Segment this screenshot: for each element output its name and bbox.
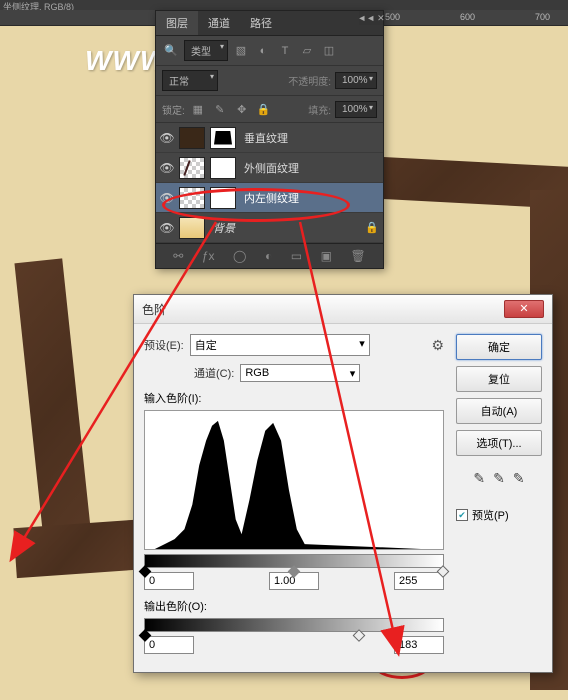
fx-icon[interactable]: ƒx: [202, 249, 215, 263]
eyedropper-black-icon[interactable]: ✎: [473, 470, 485, 487]
trash-icon[interactable]: 🗑: [350, 249, 365, 263]
lock-label: 锁定:: [162, 102, 185, 117]
layer-row[interactable]: 👁 外侧面纹理: [156, 153, 383, 183]
channel-select[interactable]: RGB: [240, 364, 360, 382]
layer-mask-thumb[interactable]: [210, 157, 236, 179]
dialog-title: 色阶: [142, 301, 166, 318]
gear-icon[interactable]: ⚙: [431, 337, 444, 354]
output-white-field[interactable]: [394, 636, 444, 654]
link-layers-icon[interactable]: ⚯: [173, 249, 183, 263]
panel-footer: ⚯ ƒx ◯ ◐ ▭ ▣ 🗑: [156, 243, 383, 268]
filter-text-icon[interactable]: T: [276, 42, 294, 60]
mask-icon[interactable]: ◯: [233, 249, 246, 263]
layer-row[interactable]: 👁 背景 🔒: [156, 213, 383, 243]
layer-name: 外侧面纹理: [241, 160, 299, 176]
visibility-icon[interactable]: 👁: [160, 221, 174, 235]
close-button[interactable]: ✕: [504, 300, 544, 318]
visibility-icon[interactable]: 👁: [160, 161, 174, 175]
opacity-value[interactable]: 100%: [335, 72, 377, 89]
eyedropper-gray-icon[interactable]: ✎: [493, 470, 505, 487]
cancel-button[interactable]: 复位: [456, 366, 542, 392]
preset-select[interactable]: 自定: [190, 334, 370, 356]
visibility-icon[interactable]: 👁: [160, 131, 174, 145]
input-white-field[interactable]: [394, 572, 444, 590]
tab-channels[interactable]: 通道: [198, 11, 240, 35]
layer-row[interactable]: 👁 垂直纹理: [156, 123, 383, 153]
panel-collapse[interactable]: ◄◄✕: [359, 11, 383, 25]
layer-name: 内左侧纹理: [241, 190, 299, 206]
preview-checkbox[interactable]: ✔: [456, 509, 468, 521]
preview-label: 预览(P): [472, 507, 509, 523]
new-layer-icon[interactable]: ▣: [321, 249, 332, 263]
ok-button[interactable]: 确定: [456, 334, 542, 360]
filter-type-dd[interactable]: 类型: [184, 40, 228, 61]
ruler-mark: 500: [385, 12, 400, 22]
output-levels-label: 输出色阶(O):: [144, 601, 207, 613]
output-black-field[interactable]: [144, 636, 194, 654]
layer-thumb[interactable]: [179, 127, 205, 149]
lock-icon: 🔒: [365, 221, 379, 234]
lock-all-icon[interactable]: 🔒: [255, 100, 273, 118]
layer-thumb[interactable]: [179, 217, 205, 239]
search-icon[interactable]: 🔍: [162, 42, 180, 60]
lock-trans-icon[interactable]: ▦: [189, 100, 207, 118]
adjustment-icon[interactable]: ◐: [265, 249, 272, 263]
output-slider[interactable]: [144, 618, 444, 632]
tab-layers[interactable]: 图层: [156, 11, 198, 35]
eyedropper-white-icon[interactable]: ✎: [513, 470, 525, 487]
layer-mask-thumb[interactable]: [210, 127, 236, 149]
input-slider[interactable]: [144, 554, 444, 568]
channel-label: 通道(C):: [194, 365, 234, 381]
blend-mode-dd[interactable]: 正常: [162, 70, 218, 91]
filter-shape-icon[interactable]: ▱: [298, 42, 316, 60]
layer-name: 垂直纹理: [241, 130, 288, 146]
lock-paint-icon[interactable]: ✎: [211, 100, 229, 118]
filter-adj-icon[interactable]: ◐: [254, 42, 272, 60]
auto-button[interactable]: 自动(A): [456, 398, 542, 424]
title-text: 坐侧纹理, RGB/8): [3, 0, 74, 10]
filter-smart-icon[interactable]: ◫: [320, 42, 338, 60]
layer-row-selected[interactable]: 👁 内左侧纹理: [156, 183, 383, 213]
tab-paths[interactable]: 路径: [240, 11, 282, 35]
layer-name: 背景: [210, 220, 235, 236]
ruler-mark: 700: [535, 12, 550, 22]
group-icon[interactable]: ▭: [291, 249, 302, 263]
histogram[interactable]: [144, 410, 444, 550]
lock-move-icon[interactable]: ✥: [233, 100, 251, 118]
layers-panel: ◄◄✕ 图层 通道 路径 🔍 类型 ▧ ◐ T ▱ ◫ 正常 不透明度: 100…: [155, 10, 384, 269]
options-button[interactable]: 选项(T)...: [456, 430, 542, 456]
input-black-field[interactable]: [144, 572, 194, 590]
preset-label: 预设(E):: [144, 337, 184, 353]
visibility-icon[interactable]: 👁: [160, 191, 174, 205]
layer-thumb[interactable]: [179, 187, 205, 209]
levels-dialog: 色阶 ✕ 预设(E): 自定 ⚙ 通道(C): RGB 输入色阶(I):: [133, 294, 553, 673]
layer-mask-thumb[interactable]: [210, 187, 236, 209]
input-levels-label: 输入色阶(I):: [144, 393, 201, 405]
fill-label: 填充:: [308, 102, 331, 117]
layer-thumb[interactable]: [179, 157, 205, 179]
ruler-mark: 600: [460, 12, 475, 22]
filter-pixel-icon[interactable]: ▧: [232, 42, 250, 60]
fill-value[interactable]: 100%: [335, 101, 377, 118]
opacity-label: 不透明度:: [288, 73, 331, 88]
